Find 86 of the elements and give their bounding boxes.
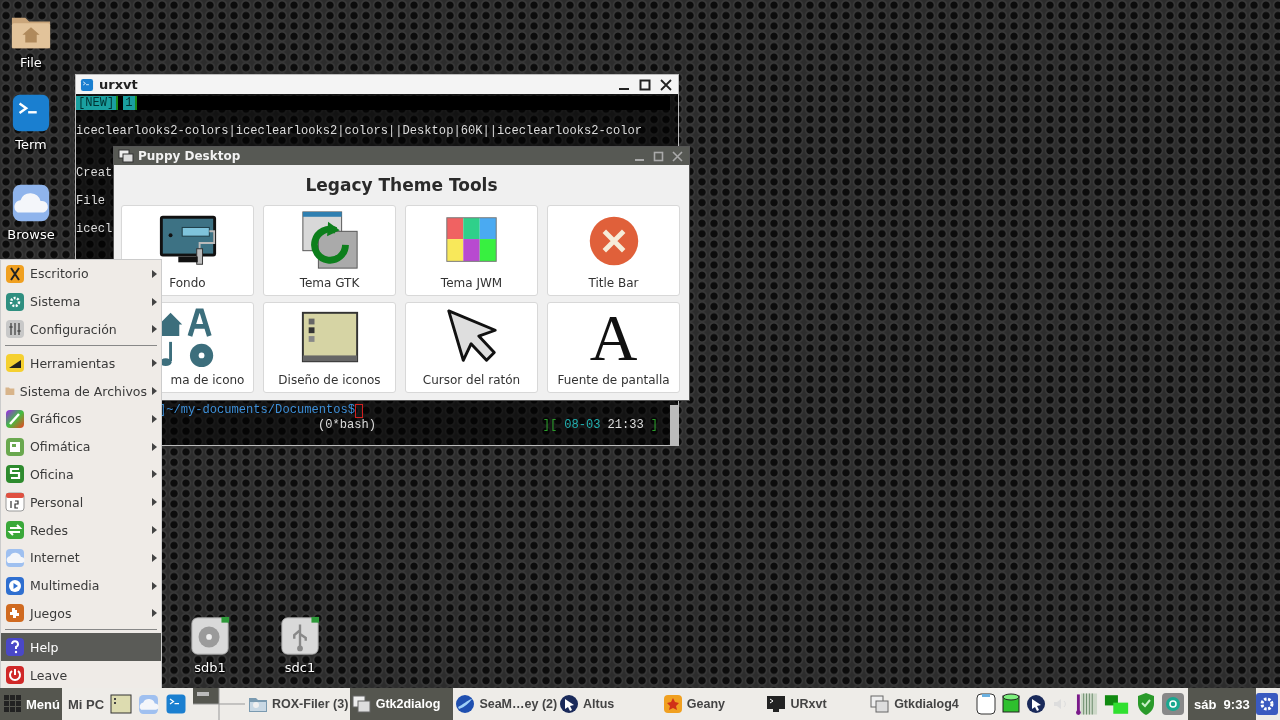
places-button[interactable]: Mi PC [62,696,110,712]
menu-item[interactable]: Ofimática [1,432,161,461]
arrows-icon [5,520,25,541]
menu-button[interactable]: Menú [0,688,62,720]
font-glyph: A [589,308,638,368]
sliders-icon [5,319,25,340]
menu-item[interactable]: Personal [1,488,161,517]
task-button[interactable]: Gtkdialog4 [868,688,972,720]
desktop-icon-label: Browse [7,227,55,242]
usb-drive-icon [279,615,321,657]
clock[interactable]: sáb 9:33 [1188,688,1256,720]
menu-item[interactable]: Redes [1,516,161,544]
windows-icon [351,694,372,714]
cloud-icon [10,182,52,224]
settings-icon[interactable] [1255,693,1278,715]
menu-item[interactable]: Juegos [1,599,161,628]
tool-button[interactable]: Title Bar [547,205,680,296]
terminal-line: File [76,194,106,208]
menu-item[interactable]: Help [1,633,161,662]
spreadsheet-icon [5,464,25,485]
terminal-line: Creat [76,166,113,180]
power-icon [5,665,25,686]
update-icon[interactable] [1162,693,1184,715]
tool-button[interactable]: Tema JWM [405,205,538,296]
cloud-icon [5,547,25,568]
windows-icon [118,149,134,163]
database-icon[interactable] [1002,693,1020,715]
x-app-icon [5,263,25,284]
tool-button[interactable]: Cursor del ratón [405,302,538,393]
windows-icon [870,694,891,714]
menu-item[interactable]: Gráficos [1,405,161,433]
pointer-icon [559,694,580,714]
pointer-icon[interactable] [1026,694,1046,714]
menu-item[interactable]: Internet [1,543,161,572]
notepad-icon[interactable] [976,693,996,715]
puzzle-icon [5,603,25,624]
tool-button[interactable]: Tema GTK [263,205,396,296]
terminal-icon [766,694,787,714]
tool-button[interactable]: A Fuente de pantalla [547,302,680,393]
drive-label: sdb1 [194,660,226,675]
dialog-heading: Legacy Theme Tools [304,174,499,197]
help-icon [5,637,25,658]
maximize-icon[interactable] [639,78,651,91]
pager-drawing[interactable] [193,688,245,720]
status-bracket: ] [650,418,658,432]
document-icon [5,436,25,457]
notepad-icon[interactable] [110,694,132,714]
shell-prompt: ]~/my-documents/Documentos$ [159,403,355,418]
tool-button[interactable]: Diseño de iconos [263,302,396,393]
close-icon[interactable] [660,78,672,91]
window-title: Puppy Desktop [138,149,242,163]
task-button[interactable]: URxvt [764,688,869,720]
task-button[interactable]: SeaM…ey (2) [453,688,558,720]
meter-icon[interactable] [1076,692,1098,716]
task-button[interactable]: Geany [660,688,765,720]
task-button[interactable]: Gtk2dialog [349,688,454,720]
desktop-icon-label: File [20,55,42,70]
terminal-line: icecl [76,222,113,236]
scrollbar-thumb[interactable] [670,405,678,445]
terminal-icon [10,92,52,134]
menu-item[interactable]: Oficina [1,460,161,489]
task-button[interactable]: Altus [557,688,661,720]
play-icon [5,575,25,596]
text-cursor [354,404,363,418]
network-icon[interactable] [1104,693,1130,715]
terminal-tab[interactable]: 1 [123,96,137,110]
desktop-icon-label: Term [15,137,47,152]
status-date: 08-03 [564,418,601,432]
status-bracket: ][ [542,418,558,432]
task-button[interactable]: ROX-Filer (3) [246,688,350,720]
terminal-line: iceclearlooks2-colors|iceclearlooks2|colors||Desktop|60K||iceclearlooks2-color [76,124,643,138]
swirl-icon [455,694,476,714]
settings-icon [5,291,25,312]
window-title: urxvt [99,77,139,92]
window-list: (0*bash) [318,418,377,432]
set-square-icon [5,353,25,374]
menu-icon [4,695,22,713]
drive-label: sdc1 [284,660,316,675]
status-time: 21:33 [607,418,644,432]
terminal-icon[interactable] [165,693,187,715]
terminal-tab[interactable]: [NEW] [76,96,119,110]
shield-icon[interactable] [1136,692,1156,716]
menu-item[interactable]: Multimedia [1,571,161,600]
calendar-icon [5,492,25,513]
menu-item[interactable]: Leave [1,661,161,688]
paintbrush-icon [5,408,25,429]
